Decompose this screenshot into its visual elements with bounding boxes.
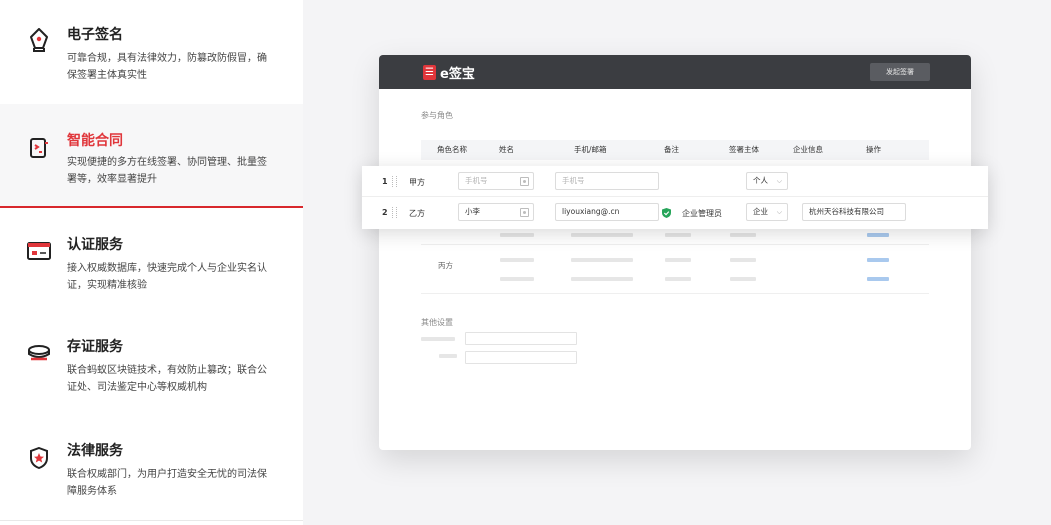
- row-index: 2: [382, 208, 388, 217]
- divider: [0, 520, 303, 521]
- feature-item-smart-contract[interactable]: 智能合同 实现便捷的多方在线签署、协同管理、批量签署等，效率显著提升: [0, 104, 303, 208]
- table-header: 角色名称 姓名 手机/邮箱 备注 签署主体 企业信息 操作: [421, 140, 929, 160]
- th-subject: 签署主体: [729, 145, 759, 154]
- th-action: 操作: [866, 145, 881, 154]
- chevron-down-icon: ⌵: [776, 177, 782, 185]
- feature-item-evidence[interactable]: 存证服务 联合蚂蚁区块链技术，有效防止篡改；联合公证处、司法鉴定中心等权威机构: [0, 312, 303, 416]
- th-note: 备注: [664, 145, 679, 154]
- skeleton-cell: [500, 277, 534, 281]
- feature-title: 存证服务: [67, 339, 123, 355]
- pen-nib-icon: [27, 28, 51, 52]
- subject-select[interactable]: 个人 ⌵: [746, 172, 788, 190]
- feature-desc: 接入权威数据库，快速完成个人与企业实名认证，实现精准核验: [67, 263, 267, 291]
- th-contact: 手机/邮箱: [574, 145, 607, 154]
- setting-label-placeholder: [421, 337, 455, 341]
- row-index: 1: [382, 177, 388, 186]
- feature-desc: 可靠合规，具有法律效力，防篡改防假冒，确保签署主体真实性: [67, 53, 267, 81]
- app-top-bar: ☰ e签宝 发起签署: [379, 55, 971, 89]
- setting-input[interactable]: [465, 351, 577, 364]
- skeleton-cell: [500, 233, 534, 237]
- row-divider: [421, 293, 929, 294]
- participants-label: 参与角色: [421, 111, 453, 120]
- setting-input[interactable]: [465, 332, 577, 345]
- logo-text: e签宝: [440, 67, 475, 82]
- skeleton-cell: [730, 277, 756, 281]
- contact-input[interactable]: 手机号: [555, 172, 659, 190]
- skeleton-cell: [730, 258, 756, 262]
- contact-input[interactable]: liyouxiang@.cn: [555, 203, 659, 221]
- app-logo: ☰ e签宝: [423, 63, 475, 82]
- skeleton-cell: [730, 233, 756, 237]
- skeleton-cell: [571, 277, 633, 281]
- role-cell: 乙方: [409, 209, 425, 218]
- skeleton-cell: [571, 233, 633, 237]
- feature-title: 电子签名: [67, 27, 123, 43]
- row-divider: [421, 244, 929, 245]
- role-cell: 甲方: [409, 178, 425, 187]
- feature-item-auth[interactable]: 认证服务 接入权威数据库，快速完成个人与企业实名认证，实现精准核验: [0, 208, 303, 312]
- skeleton-cell: [500, 258, 534, 262]
- start-signing-button[interactable]: 发起签署: [870, 63, 930, 81]
- skeleton-action[interactable]: [867, 277, 889, 281]
- role-cell-third: 丙方: [438, 261, 453, 270]
- subject-select-value: 企业: [753, 207, 768, 216]
- skeleton-action[interactable]: [867, 258, 889, 262]
- logo-mark-icon: ☰: [423, 65, 436, 80]
- id-card-icon: [27, 239, 51, 263]
- feature-item-legal[interactable]: 法律服务 联合权威部门，为用户打造安全无忧的司法保障服务体系: [0, 416, 303, 520]
- shield-star-icon: [27, 446, 51, 470]
- feature-title: 认证服务: [67, 237, 123, 253]
- feature-title: 法律服务: [67, 443, 123, 459]
- drag-handle-icon[interactable]: [392, 207, 397, 218]
- skeleton-action[interactable]: [867, 233, 889, 237]
- verified-shield-icon: [662, 208, 671, 218]
- setting-label-placeholder: [439, 354, 457, 358]
- feature-item-esign[interactable]: 电子签名 可靠合规，具有法律效力，防篡改防假冒，确保签署主体真实性: [0, 0, 303, 104]
- th-role: 角色名称: [437, 145, 467, 154]
- company-input[interactable]: 杭州天谷科技有限公司: [802, 203, 906, 221]
- feature-desc: 联合蚂蚁区块链技术，有效防止篡改；联合公证处、司法鉴定中心等权威机构: [67, 365, 267, 393]
- evidence-stamp-icon: [27, 341, 51, 365]
- contacts-icon[interactable]: [520, 208, 529, 217]
- drag-handle-icon[interactable]: [392, 176, 397, 187]
- chevron-down-icon: ⌵: [776, 208, 782, 216]
- skeleton-cell: [571, 258, 633, 262]
- contract-icon: [27, 136, 51, 160]
- contacts-icon[interactable]: [520, 177, 529, 186]
- th-company: 企业信息: [793, 145, 823, 154]
- feature-list: 电子签名 可靠合规，具有法律效力，防篡改防假冒，确保签署主体真实性 智能合同 实…: [0, 0, 303, 525]
- skeleton-cell: [665, 258, 691, 262]
- th-name: 姓名: [499, 145, 514, 154]
- note-cell: 企业管理员: [682, 209, 722, 218]
- skeleton-cell: [665, 233, 691, 237]
- subject-select-value: 个人: [753, 176, 768, 185]
- feature-desc: 实现便捷的多方在线签署、协同管理、批量签署等，效率显著提升: [67, 157, 267, 185]
- skeleton-cell: [665, 277, 691, 281]
- highlighted-rows-card: 1 甲方 手机号 手机号 个人 ⌵ 2 乙方 小李 liyouxiang@.cn …: [362, 166, 988, 229]
- feature-desc: 联合权威部门，为用户打造安全无忧的司法保障服务体系: [67, 469, 267, 497]
- other-settings-label: 其他设置: [421, 318, 453, 327]
- table-row: 1 甲方 手机号 手机号 个人 ⌵: [362, 166, 988, 197]
- app-mockup-window: ☰ e签宝 发起签署 参与角色 角色名称 姓名 手机/邮箱 备注 签署主体 企业…: [379, 55, 971, 450]
- subject-select[interactable]: 企业 ⌵: [746, 203, 788, 221]
- table-row: 2 乙方 小李 liyouxiang@.cn 企业管理员 企业 ⌵ 杭州天谷科技有…: [362, 197, 988, 228]
- feature-title: 智能合同: [67, 133, 123, 149]
